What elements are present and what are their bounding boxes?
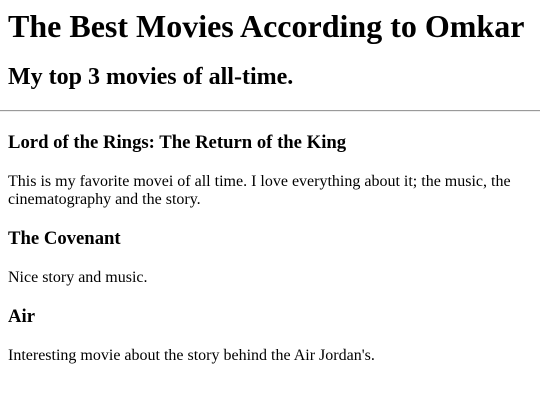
movie-description-lotr: This is my favorite movei of all time. I… bbox=[8, 173, 511, 208]
page-title: The Best Movies According to Omkar bbox=[8, 8, 525, 44]
movie-title-air: Air bbox=[8, 306, 35, 327]
movie-title-covenant: The Covenant bbox=[8, 228, 121, 249]
movie-title-lotr: Lord of the Rings: The Return of the Kin… bbox=[8, 132, 347, 153]
movie-description-covenant: Nice story and music. bbox=[8, 269, 148, 286]
divider bbox=[0, 110, 540, 112]
page: The Best Movies According to Omkar My to… bbox=[0, 0, 540, 365]
page-subtitle: My top 3 movies of all-time. bbox=[8, 64, 294, 90]
movie-description-air: Interesting movie about the story behind… bbox=[8, 347, 375, 364]
